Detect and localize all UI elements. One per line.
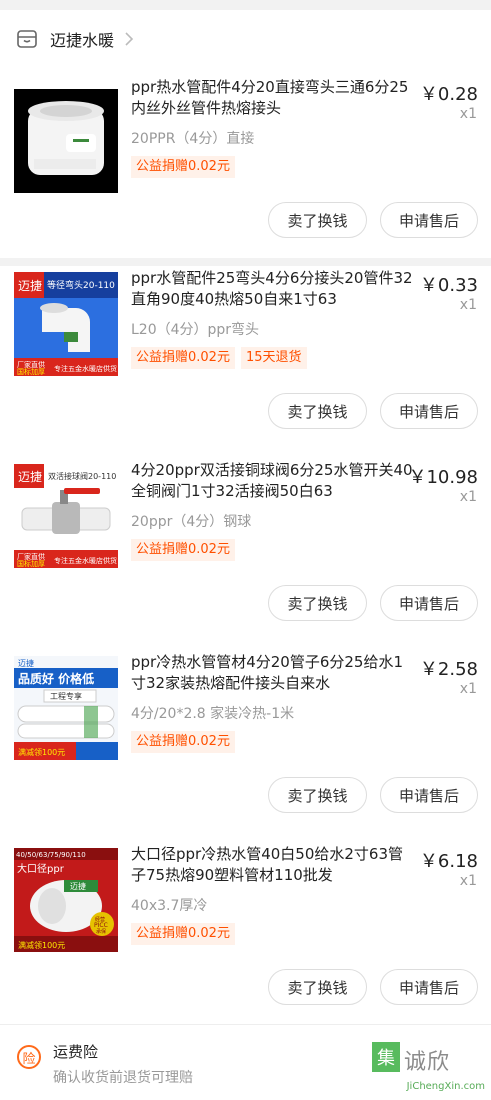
brand-text: 迈捷 (18, 470, 42, 484)
watermark-url: JiChengXin.com (406, 1081, 485, 1092)
product-spec: L20（4分）ppr弯头 (131, 322, 260, 338)
shop-header[interactable]: 迈捷水暖 (0, 10, 491, 67)
svg-text:国标加厚: 国标加厚 (17, 559, 45, 568)
sell-for-money-button[interactable]: 卖了换钱 (268, 585, 367, 621)
insurance-icon: 险 (17, 1045, 41, 1069)
watermark-logo: 集 (372, 1042, 400, 1072)
svg-text:承保: 承保 (96, 928, 106, 935)
product-spec: 4分/20*2.8 家装冷热-1米 (131, 706, 295, 722)
apply-aftersale-button[interactable]: 申请售后 (380, 969, 478, 1005)
product-qty: x1 (459, 489, 477, 505)
product-qty: x1 (459, 873, 477, 889)
insurance-title: 运费险 (53, 1043, 99, 1061)
top-spacer (0, 0, 491, 10)
product-tags: 公益捐赠0.02元 (131, 731, 235, 753)
svg-text:满减领100元: 满减领100元 (18, 747, 65, 757)
product-title[interactable]: ppr热水管配件4分20直接弯头三通6分25内丝外丝管件热熔接头 (131, 77, 413, 119)
brand-text: 迈捷 (18, 279, 42, 293)
product-price: ￥0.28 (419, 84, 478, 105)
product-image[interactable]: 迈捷 品质好 价格低 工程专享 满减领100元 (14, 656, 118, 760)
donation-tag: 公益捐赠0.02元 (131, 923, 235, 945)
product-qty: x1 (459, 681, 477, 697)
product-image[interactable] (14, 89, 118, 193)
order-item[interactable]: 迈捷 品质好 价格低 工程专享 满减领100元 ppr冷热水管管材4分20管子6… (0, 650, 491, 842)
product-spec: 20ppr（4分）钢球 (131, 514, 252, 530)
watermark-title: 诚欣 (404, 1050, 451, 1075)
product-qty: x1 (459, 106, 477, 122)
svg-text:满减领100元: 满减领100元 (18, 940, 65, 950)
return-policy-tag: 15天退货 (240, 347, 307, 369)
image-caption: 双活接球阀20-110 (48, 471, 116, 481)
product-image[interactable]: 迈捷 等径弯头20-110 厂家直供 国标加厚 专注五金水暖店供货 (14, 272, 118, 376)
order-card: 迈捷水暖 ppr热水管配件4分20直接弯头三通6分25内丝外丝管件热熔接头 20… (0, 10, 491, 258)
product-image[interactable]: 迈捷 双活接球阀20-110 厂家直供 国标加厚 专注五金水暖店供货 (14, 464, 118, 568)
shipping-insurance-row[interactable]: 险 运费险 确认收货前退货可理赔 集 诚欣 JiChengXin.com (0, 1024, 491, 1100)
product-spec: 20PPR（4分）直接 (131, 131, 255, 147)
apply-aftersale-button[interactable]: 申请售后 (380, 585, 478, 621)
svg-text:国标加厚: 国标加厚 (17, 367, 45, 376)
image-caption: 品质好 价格低 (18, 671, 94, 686)
product-price: ￥6.18 (419, 851, 478, 872)
product-qty: x1 (459, 297, 477, 313)
order-item[interactable]: 40/50/63/75/90/110 大口径ppr 迈捷 经营 PICC 承保 … (0, 842, 491, 1034)
order-item[interactable]: 迈捷 双活接球阀20-110 厂家直供 国标加厚 专注五金水暖店供货 4分20p… (0, 458, 491, 650)
svg-text:专注五金水暖店供货: 专注五金水暖店供货 (54, 364, 117, 373)
apply-aftersale-button[interactable]: 申请售后 (380, 777, 478, 813)
apply-aftersale-button[interactable]: 申请售后 (380, 202, 478, 238)
donation-tag: 公益捐赠0.02元 (131, 539, 235, 561)
site-watermark: 集 诚欣 JiChengXin.com (370, 1042, 485, 1092)
product-title[interactable]: 大口径ppr冷热水管40白50给水2寸63管子75热熔90塑料管材110批发 (131, 844, 413, 886)
separator (0, 258, 491, 266)
sell-for-money-button[interactable]: 卖了换钱 (268, 393, 367, 429)
product-spec: 40x3.7厚冷 (131, 898, 208, 914)
sell-for-money-button[interactable]: 卖了换钱 (268, 202, 367, 238)
product-price: ￥2.58 (419, 659, 478, 680)
image-caption: 大口径ppr (17, 862, 65, 875)
product-title[interactable]: 4分20ppr双活接铜球阀6分25水管开关40全铜阀门1寸32活接阀50白63 (131, 460, 413, 502)
donation-tag: 公益捐赠0.02元 (131, 731, 235, 753)
shop-name: 迈捷水暖 (50, 30, 115, 50)
svg-text:迈捷: 迈捷 (70, 881, 86, 891)
donation-tag: 公益捐赠0.02元 (131, 156, 235, 178)
svg-text:专注五金水暖店供货: 专注五金水暖店供货 (54, 556, 117, 565)
order-item[interactable]: 迈捷 等径弯头20-110 厂家直供 国标加厚 专注五金水暖店供货 ppr水管配… (0, 266, 491, 458)
svg-text:工程专享: 工程专享 (50, 691, 82, 701)
product-image[interactable]: 40/50/63/75/90/110 大口径ppr 迈捷 经营 PICC 承保 … (14, 848, 118, 952)
sell-for-money-button[interactable]: 卖了换钱 (268, 969, 367, 1005)
insurance-desc: 确认收货前退货可理赔 (53, 1070, 193, 1086)
product-price: ￥10.98 (408, 467, 478, 488)
brand-text: 迈捷 (18, 658, 34, 668)
size-caption: 40/50/63/75/90/110 (16, 851, 86, 859)
chevron-right-icon (124, 31, 134, 47)
image-caption: 等径弯头20-110 (47, 279, 115, 291)
store-icon (16, 28, 38, 50)
product-tags: 公益捐赠0.02元 (131, 156, 235, 178)
order-item[interactable]: ppr热水管配件4分20直接弯头三通6分25内丝外丝管件热熔接头 20PPR（4… (0, 67, 491, 258)
sell-for-money-button[interactable]: 卖了换钱 (268, 777, 367, 813)
product-price: ￥0.33 (419, 275, 478, 296)
svg-text:PICC: PICC (94, 922, 108, 929)
product-title[interactable]: ppr冷热水管管材4分20管子6分25给水1寸32家装热熔配件接头自来水 (131, 652, 413, 694)
product-tags: 公益捐赠0.02元 (131, 539, 235, 561)
donation-tag: 公益捐赠0.02元 (131, 347, 235, 369)
product-tags: 公益捐赠0.02元 15天退货 (131, 347, 307, 369)
product-tags: 公益捐赠0.02元 (131, 923, 235, 945)
product-title[interactable]: ppr水管配件25弯头4分6分接头20管件32直角90度40热熔50自来1寸63 (131, 268, 413, 310)
apply-aftersale-button[interactable]: 申请售后 (380, 393, 478, 429)
